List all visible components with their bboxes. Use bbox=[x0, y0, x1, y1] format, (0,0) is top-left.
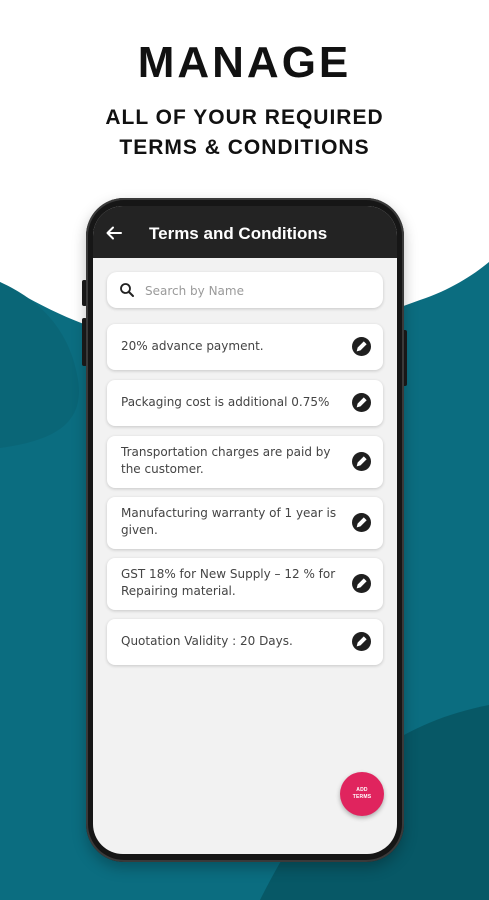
edit-button[interactable] bbox=[352, 574, 371, 593]
app-bar-title: Terms and Conditions bbox=[149, 224, 328, 243]
term-text: Quotation Validity : 20 Days. bbox=[121, 634, 293, 648]
promo-subline-2: TERMS & CONDITIONS bbox=[119, 136, 370, 159]
add-terms-button[interactable]: ADD TERMS bbox=[340, 772, 384, 816]
edit-icon bbox=[356, 578, 367, 589]
edit-icon bbox=[356, 341, 367, 352]
term-card[interactable]: Manufacturing warranty of 1 year is give… bbox=[107, 497, 383, 549]
edit-icon bbox=[356, 456, 367, 467]
promo-screen: MANAGE ALL OF YOUR REQUIRED TERMS & COND… bbox=[0, 0, 489, 900]
term-text: Transportation charges are paid by the c… bbox=[121, 445, 331, 476]
promo-headline: MANAGE bbox=[137, 38, 352, 87]
term-text: Manufacturing warranty of 1 year is give… bbox=[121, 506, 337, 537]
edit-button[interactable] bbox=[352, 393, 371, 412]
edit-button[interactable] bbox=[352, 452, 371, 471]
edit-button[interactable] bbox=[352, 632, 371, 651]
phone-screen: Terms and Conditions 20% advance payment… bbox=[93, 206, 397, 854]
search-bar[interactable] bbox=[107, 272, 383, 308]
edit-button[interactable] bbox=[352, 513, 371, 532]
edit-icon bbox=[356, 517, 367, 528]
arrow-left-icon[interactable] bbox=[105, 224, 123, 242]
term-card[interactable]: Quotation Validity : 20 Days. bbox=[107, 619, 383, 665]
promo-subline-1: ALL OF YOUR REQUIRED bbox=[105, 106, 384, 129]
term-card[interactable]: Transportation charges are paid by the c… bbox=[107, 436, 383, 488]
app-bar: Terms and Conditions bbox=[93, 206, 397, 258]
term-card[interactable]: 20% advance payment. bbox=[107, 324, 383, 370]
add-terms-label: ADD TERMS bbox=[352, 787, 372, 800]
term-text: GST 18% for New Supply – 12 % for Repair… bbox=[121, 567, 336, 598]
term-card[interactable]: GST 18% for New Supply – 12 % for Repair… bbox=[107, 558, 383, 610]
term-card[interactable]: Packaging cost is additional 0.75% bbox=[107, 380, 383, 426]
search-icon bbox=[120, 283, 134, 297]
search-input[interactable] bbox=[143, 279, 377, 303]
term-text: 20% advance payment. bbox=[121, 339, 264, 353]
edit-button[interactable] bbox=[352, 337, 371, 356]
edit-icon bbox=[356, 636, 367, 647]
edit-icon bbox=[356, 397, 367, 408]
term-text: Packaging cost is additional 0.75% bbox=[121, 395, 330, 409]
